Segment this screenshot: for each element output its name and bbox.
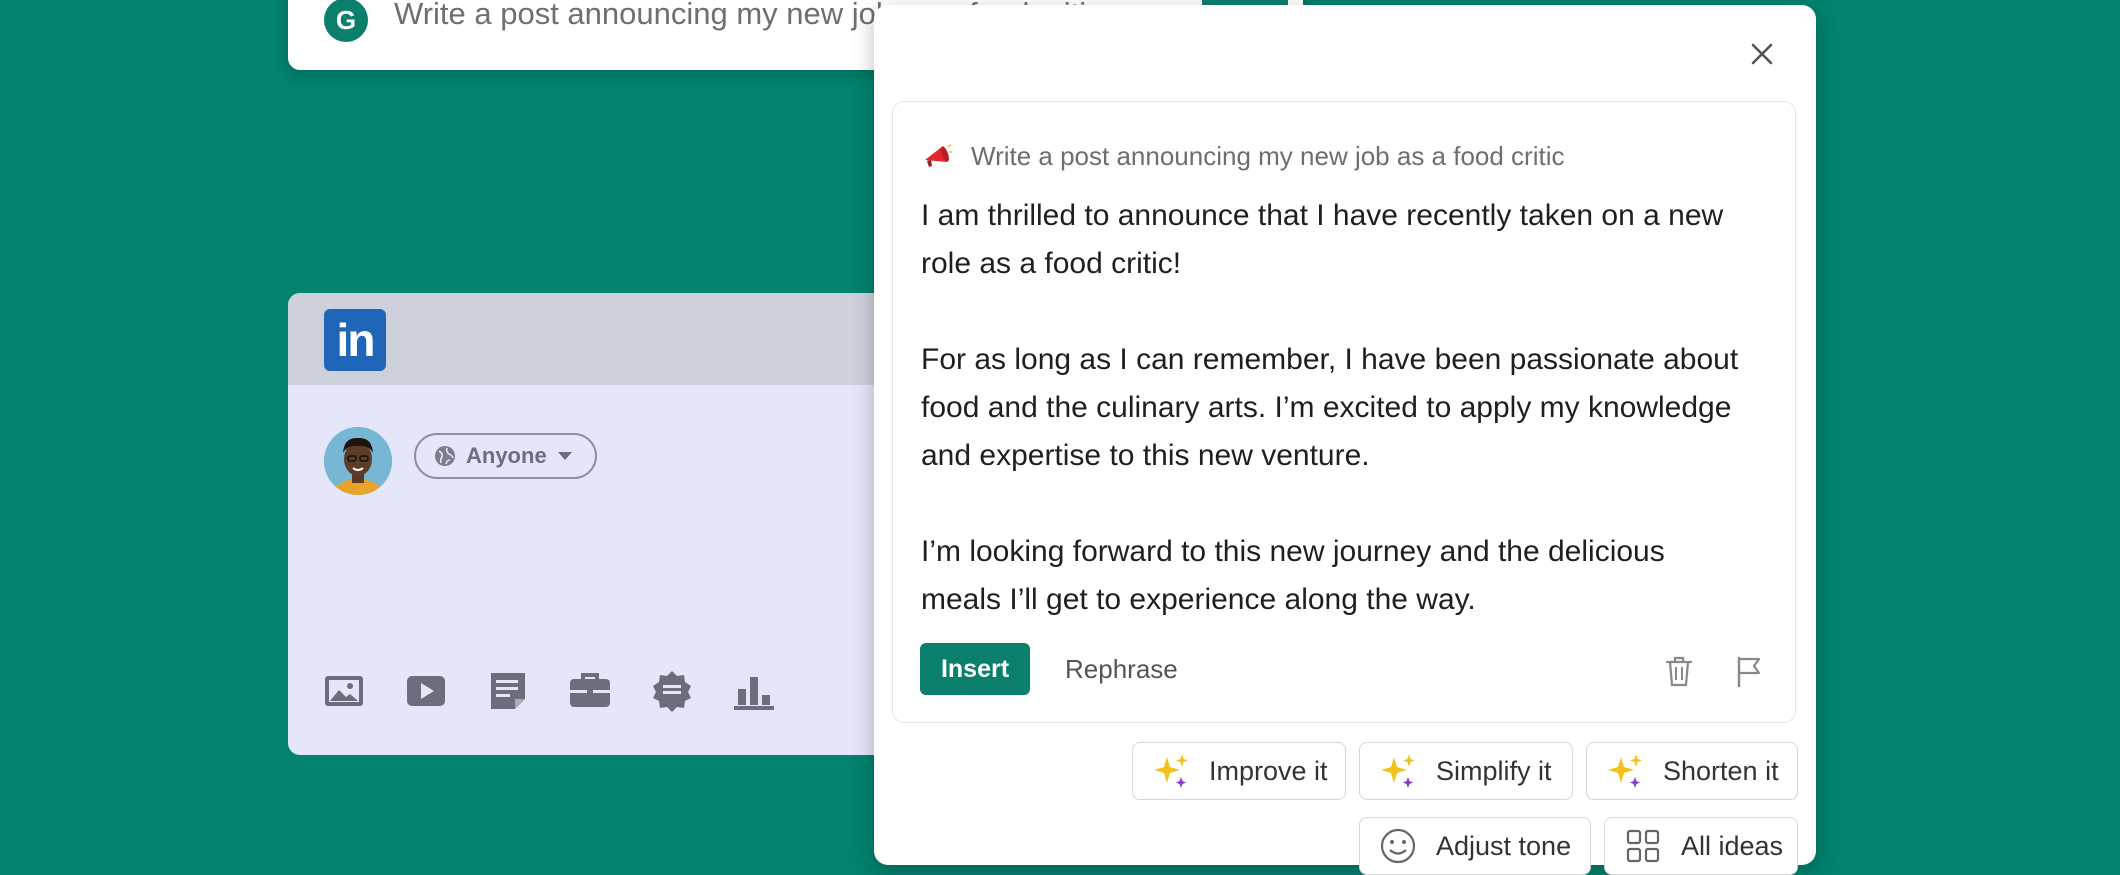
generated-result-card: Write a post announcing my new job as a …: [892, 101, 1796, 723]
globe-icon: [434, 445, 456, 467]
linkedin-logo-icon: in: [324, 309, 386, 371]
document-icon[interactable]: [486, 669, 530, 713]
trash-icon[interactable]: [1663, 654, 1695, 688]
paragraph: For as long as I can remember, I have be…: [921, 343, 1739, 472]
sparkle-icon: [1605, 751, 1645, 791]
sparkle-icon: [1151, 751, 1191, 791]
megaphone-icon: [921, 140, 953, 172]
audience-selector[interactable]: Anyone: [414, 433, 597, 479]
flag-icon[interactable]: [1733, 654, 1765, 688]
paragraph: I’m looking forward to this new journey …: [921, 535, 1665, 616]
svg-text:G: G: [336, 5, 356, 35]
composer-header: in: [288, 293, 908, 385]
close-icon[interactable]: [1746, 38, 1778, 70]
image-icon[interactable]: [322, 669, 366, 713]
simplify-it-label: Simplify it: [1436, 755, 1552, 786]
video-icon[interactable]: [404, 669, 448, 713]
rephrase-button[interactable]: Rephrase: [1065, 654, 1178, 685]
chart-icon[interactable]: [732, 669, 776, 713]
generated-text: I am thrilled to announce that I have re…: [921, 192, 1741, 624]
caret-down-icon: [557, 451, 573, 461]
audience-label: Anyone: [466, 443, 547, 468]
badge-icon[interactable]: [650, 669, 694, 713]
all-ideas-button[interactable]: All ideas: [1604, 817, 1798, 875]
grammarly-result-panel: Write a post announcing my new job as a …: [874, 5, 1816, 875]
shorten-it-label: Shorten it: [1663, 755, 1779, 786]
all-ideas-label: All ideas: [1681, 830, 1784, 861]
briefcase-icon[interactable]: [568, 669, 612, 713]
simplify-it-button[interactable]: Simplify it: [1359, 742, 1573, 800]
avatar: [324, 427, 392, 495]
improve-it-button[interactable]: Improve it: [1132, 742, 1346, 800]
composer-toolbar: [322, 669, 776, 713]
insert-button[interactable]: Insert: [920, 643, 1030, 695]
linkedin-post-composer: in Anyone: [288, 293, 908, 755]
sparkle-icon: [1378, 751, 1418, 791]
prompt-echo-text: Write a post announcing my new job as a …: [971, 140, 1565, 171]
adjust-tone-button[interactable]: Adjust tone: [1359, 817, 1591, 875]
paragraph: I am thrilled to announce that I have re…: [921, 199, 1724, 280]
adjust-tone-label: Adjust tone: [1436, 830, 1572, 861]
grammarly-logo-icon: G: [324, 0, 368, 42]
emoji-face-icon: [1378, 826, 1418, 866]
shorten-it-button[interactable]: Shorten it: [1586, 742, 1798, 800]
improve-it-label: Improve it: [1209, 755, 1328, 786]
prompt-echo: Write a post announcing my new job as a …: [921, 140, 1565, 172]
grid-icon: [1623, 826, 1663, 866]
